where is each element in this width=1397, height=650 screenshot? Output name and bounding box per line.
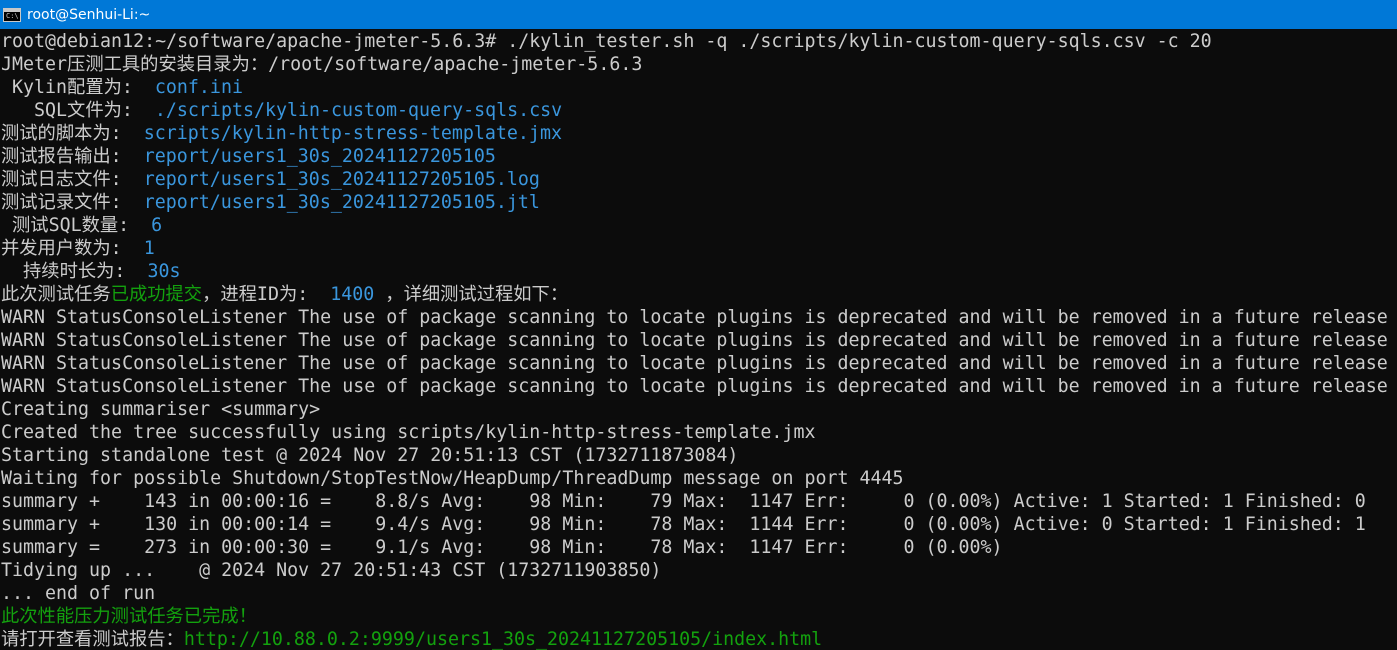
terminal-text-segment: 6: [151, 215, 163, 236]
terminal-line: summary = 273 in 00:00:30 = 9.1/s Avg: 9…: [1, 536, 1397, 559]
terminal-text-segment: WARN StatusConsoleListener The use of pa…: [1, 353, 1388, 374]
terminal-text-segment: report/users1_30s_20241127205105.jtl: [143, 192, 540, 213]
terminal-text-segment: summary + 130 in 00:00:14 = 9.4/s Avg: 9…: [1, 514, 1366, 535]
terminal-text-segment: Tidying up ... @ 2024 Nov 27 20:51:43 CS…: [1, 560, 662, 581]
terminal-text-segment: summary = 273 in 00:00:30 = 9.1/s Avg: 9…: [1, 537, 1003, 558]
terminal-line: WARN StatusConsoleListener The use of pa…: [1, 352, 1397, 375]
terminal-text-segment: 测试记录文件:: [1, 192, 144, 213]
terminal-text-segment: SQL文件为:: [1, 100, 155, 121]
window-title: root@Senhui-Li:~: [27, 6, 151, 23]
terminal-line: Waiting for possible Shutdown/StopTestNo…: [1, 467, 1397, 490]
terminal-line: WARN StatusConsoleListener The use of pa…: [1, 375, 1397, 398]
terminal-line: SQL文件为: ./scripts/kylin-custom-query-sql…: [1, 99, 1397, 122]
terminal-text-segment: report/users1_30s_20241127205105.log: [143, 169, 540, 190]
terminal-text-segment: JMeter压测工具的安装目录为：/root/software/apache-j…: [1, 54, 643, 75]
terminal-text-segment: ，进程ID为:: [202, 284, 331, 305]
terminal-text-segment: scripts/kylin-http-stress-template.jmx: [143, 123, 562, 144]
terminal-line: JMeter压测工具的安装目录为：/root/software/apache-j…: [1, 53, 1397, 76]
terminal-text-segment: WARN StatusConsoleListener The use of pa…: [1, 307, 1388, 328]
terminal-line: Tidying up ... @ 2024 Nov 27 20:51:43 CS…: [1, 559, 1397, 582]
terminal-line: Kylin配置为: conf.ini: [1, 76, 1397, 99]
terminal-line: 测试记录文件: report/users1_30s_20241127205105…: [1, 191, 1397, 214]
terminal-text-segment: 1: [143, 238, 155, 259]
terminal-line: WARN StatusConsoleListener The use of pa…: [1, 306, 1397, 329]
terminal-line: WARN StatusConsoleListener The use of pa…: [1, 329, 1397, 352]
terminal-text-segment: summary + 143 in 00:00:16 = 8.8/s Avg: 9…: [1, 491, 1366, 512]
console-icon[interactable]: C:\: [3, 7, 21, 22]
terminal-text-segment: 测试的脚本为:: [1, 123, 144, 144]
terminal-text-segment: 30s: [147, 261, 181, 282]
terminal-text-segment: Waiting for possible Shutdown/StopTestNo…: [1, 468, 904, 489]
terminal-text-segment: Kylin配置为:: [1, 77, 155, 98]
terminal-line: 请打开查看测试报告：http://10.88.0.2:9999/users1_3…: [1, 628, 1397, 650]
terminal-text-segment: 请打开查看测试报告：: [1, 629, 184, 650]
terminal-text-segment: root@debian12:~/software/apache-jmeter-5…: [1, 31, 1212, 52]
terminal-text-segment: 并发用户数为:: [1, 238, 144, 259]
terminal-text-segment: 测试报告输出:: [1, 146, 144, 167]
terminal-text-segment: 1400: [330, 284, 375, 305]
terminal-line: 此次性能压力测试任务已完成！: [1, 605, 1397, 628]
terminal-text-segment: 持续时长为:: [1, 261, 148, 282]
terminal-line: 测试SQL数量: 6: [1, 214, 1397, 237]
terminal-line: 测试的脚本为: scripts/kylin-http-stress-templa…: [1, 122, 1397, 145]
terminal-line: 持续时长为: 30s: [1, 260, 1397, 283]
terminal-text-segment: WARN StatusConsoleListener The use of pa…: [1, 330, 1388, 351]
terminal-text-segment: conf.ini: [154, 77, 243, 98]
terminal-line: ... end of run: [1, 582, 1397, 605]
console-icon-glyph: C:\: [6, 11, 19, 20]
terminal-line: Creating summariser <summary>: [1, 398, 1397, 421]
terminal-line: 测试日志文件: report/users1_30s_20241127205105…: [1, 168, 1397, 191]
terminal-text-segment: WARN StatusConsoleListener The use of pa…: [1, 376, 1388, 397]
terminal-text-segment: 测试日志文件:: [1, 169, 144, 190]
terminal-line: 此次测试任务已成功提交，进程ID为: 1400 ，详细测试过程如下：: [1, 283, 1397, 306]
terminal-text-segment: ，详细测试过程如下：: [374, 284, 569, 305]
terminal-text-segment: ... end of run: [1, 583, 156, 604]
terminal-line: summary + 130 in 00:00:14 = 9.4/s Avg: 9…: [1, 513, 1397, 536]
terminal-line: root@debian12:~/software/apache-jmeter-5…: [1, 30, 1397, 53]
terminal-text-segment: 测试SQL数量:: [1, 215, 152, 236]
terminal-line: Created the tree successfully using scri…: [1, 421, 1397, 444]
terminal-text-segment: ./scripts/kylin-custom-query-sqls.csv: [154, 100, 563, 121]
terminal-output[interactable]: root@debian12:~/software/apache-jmeter-5…: [1, 30, 1397, 650]
terminal-window: C:\ root@Senhui-Li:~ root@debian12:~/sof…: [0, 0, 1397, 650]
terminal-line: Starting standalone test @ 2024 Nov 27 2…: [1, 444, 1397, 467]
terminal-text-segment: 此次性能压力测试任务已完成！: [1, 606, 257, 627]
terminal-text-segment: http://10.88.0.2:9999/users1_30s_2024112…: [183, 629, 823, 650]
terminal-text-segment: report/users1_30s_20241127205105: [143, 146, 496, 167]
terminal-text-segment: 此次测试任务: [1, 284, 111, 305]
terminal-text-segment: 已成功提交: [110, 284, 203, 305]
terminal-line: summary + 143 in 00:00:16 = 8.8/s Avg: 9…: [1, 490, 1397, 513]
terminal-text-segment: Starting standalone test @ 2024 Nov 27 2…: [1, 445, 739, 466]
title-bar[interactable]: C:\ root@Senhui-Li:~: [0, 0, 1397, 29]
terminal-line: 并发用户数为: 1: [1, 237, 1397, 260]
terminal-text-segment: Created the tree successfully using scri…: [1, 422, 816, 443]
terminal-text-segment: Creating summariser <summary>: [1, 399, 321, 420]
terminal-line: 测试报告输出: report/users1_30s_20241127205105: [1, 145, 1397, 168]
